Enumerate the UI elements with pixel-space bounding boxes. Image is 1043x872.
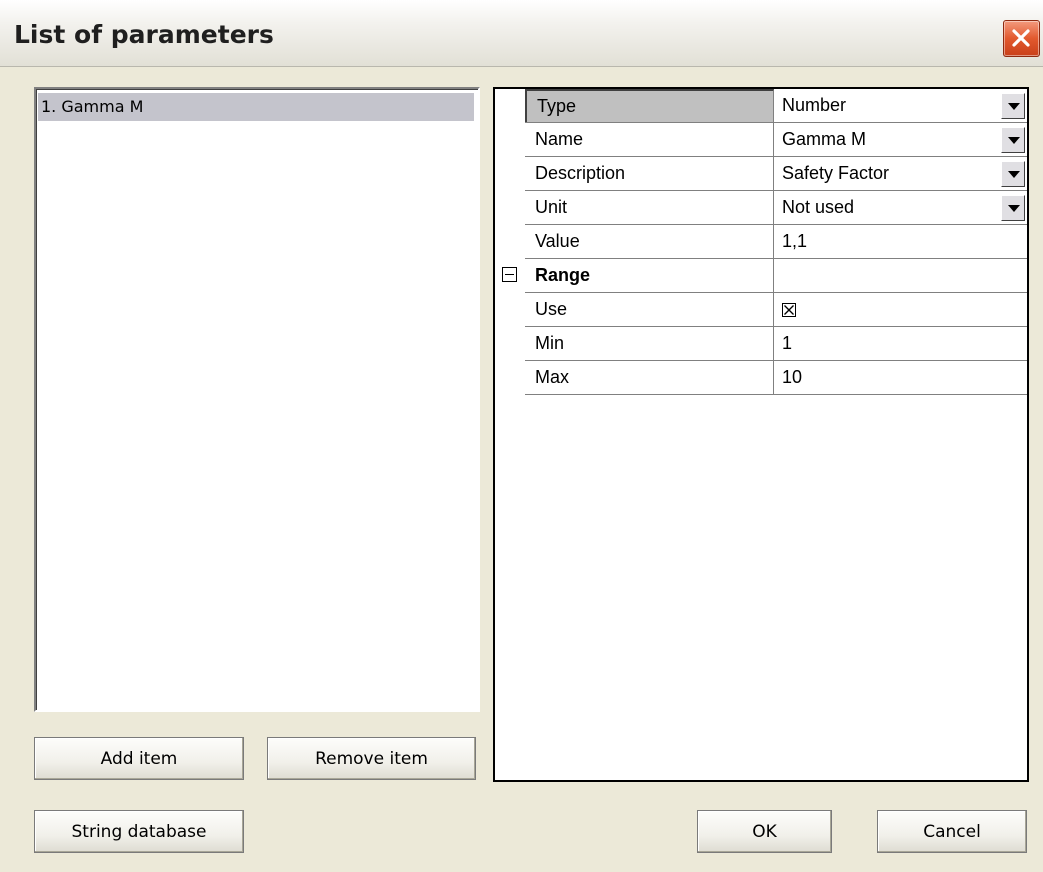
property-value-text: Safety Factor: [782, 163, 890, 183]
property-value[interactable]: [774, 293, 1027, 326]
collapse-minus-icon[interactable]: [502, 267, 517, 282]
string-database-button[interactable]: String database: [34, 810, 244, 853]
property-name[interactable]: Name: [525, 123, 774, 156]
window-title: List of parameters: [14, 20, 274, 49]
property-row-unit[interactable]: Unit Not used: [525, 191, 1027, 225]
property-name[interactable]: Max: [525, 361, 774, 394]
close-button[interactable]: [1003, 20, 1040, 57]
cancel-button[interactable]: Cancel: [877, 810, 1027, 853]
property-row-value[interactable]: Value 1,1: [525, 225, 1027, 259]
grid-gutter: [495, 89, 525, 395]
use-checkbox[interactable]: [782, 303, 796, 317]
property-row-max[interactable]: Max 10: [525, 361, 1027, 395]
dialog-window: List of parameters 1. Gamma M Add item R…: [0, 0, 1043, 872]
chevron-down-icon[interactable]: [1001, 195, 1025, 221]
property-value[interactable]: 10: [774, 361, 1027, 394]
list-item[interactable]: 1. Gamma M: [38, 93, 474, 121]
property-value[interactable]: 1,1: [774, 225, 1027, 258]
checkbox-cross-icon: [784, 305, 794, 315]
property-value[interactable]: 1: [774, 327, 1027, 360]
property-row-min[interactable]: Min 1: [525, 327, 1027, 361]
property-value[interactable]: Not used: [774, 191, 1027, 224]
property-name[interactable]: Use: [525, 293, 774, 326]
property-row-type[interactable]: Type Number: [525, 89, 1027, 123]
close-icon: [1012, 29, 1030, 47]
property-value-text: Not used: [782, 197, 855, 217]
property-name[interactable]: Type: [525, 89, 774, 122]
property-row-name[interactable]: Name Gamma M: [525, 123, 1027, 157]
property-value-text: Number: [782, 95, 847, 115]
title-bar[interactable]: List of parameters: [0, 0, 1043, 67]
property-grid[interactable]: Type Number Name Gamma M Description Saf…: [493, 87, 1029, 782]
remove-item-button[interactable]: Remove item: [267, 737, 476, 780]
chevron-down-icon[interactable]: [1001, 93, 1025, 119]
parameter-list[interactable]: 1. Gamma M: [34, 87, 480, 712]
category-name[interactable]: Range: [525, 259, 774, 292]
chevron-down-icon[interactable]: [1001, 127, 1025, 153]
chevron-down-icon[interactable]: [1001, 161, 1025, 187]
property-name[interactable]: Unit: [525, 191, 774, 224]
property-row-use[interactable]: Use: [525, 293, 1027, 327]
property-value[interactable]: Gamma M: [774, 123, 1027, 156]
property-value: [774, 259, 1027, 292]
property-name[interactable]: Min: [525, 327, 774, 360]
property-category-range[interactable]: Range: [525, 259, 1027, 293]
property-name[interactable]: Description: [525, 157, 774, 190]
ok-button[interactable]: OK: [697, 810, 832, 853]
property-value-text: Gamma M: [782, 129, 867, 149]
property-row-description[interactable]: Description Safety Factor: [525, 157, 1027, 191]
property-name[interactable]: Value: [525, 225, 774, 258]
property-value[interactable]: Safety Factor: [774, 157, 1027, 190]
property-value[interactable]: Number: [774, 89, 1027, 122]
add-item-button[interactable]: Add item: [34, 737, 244, 780]
